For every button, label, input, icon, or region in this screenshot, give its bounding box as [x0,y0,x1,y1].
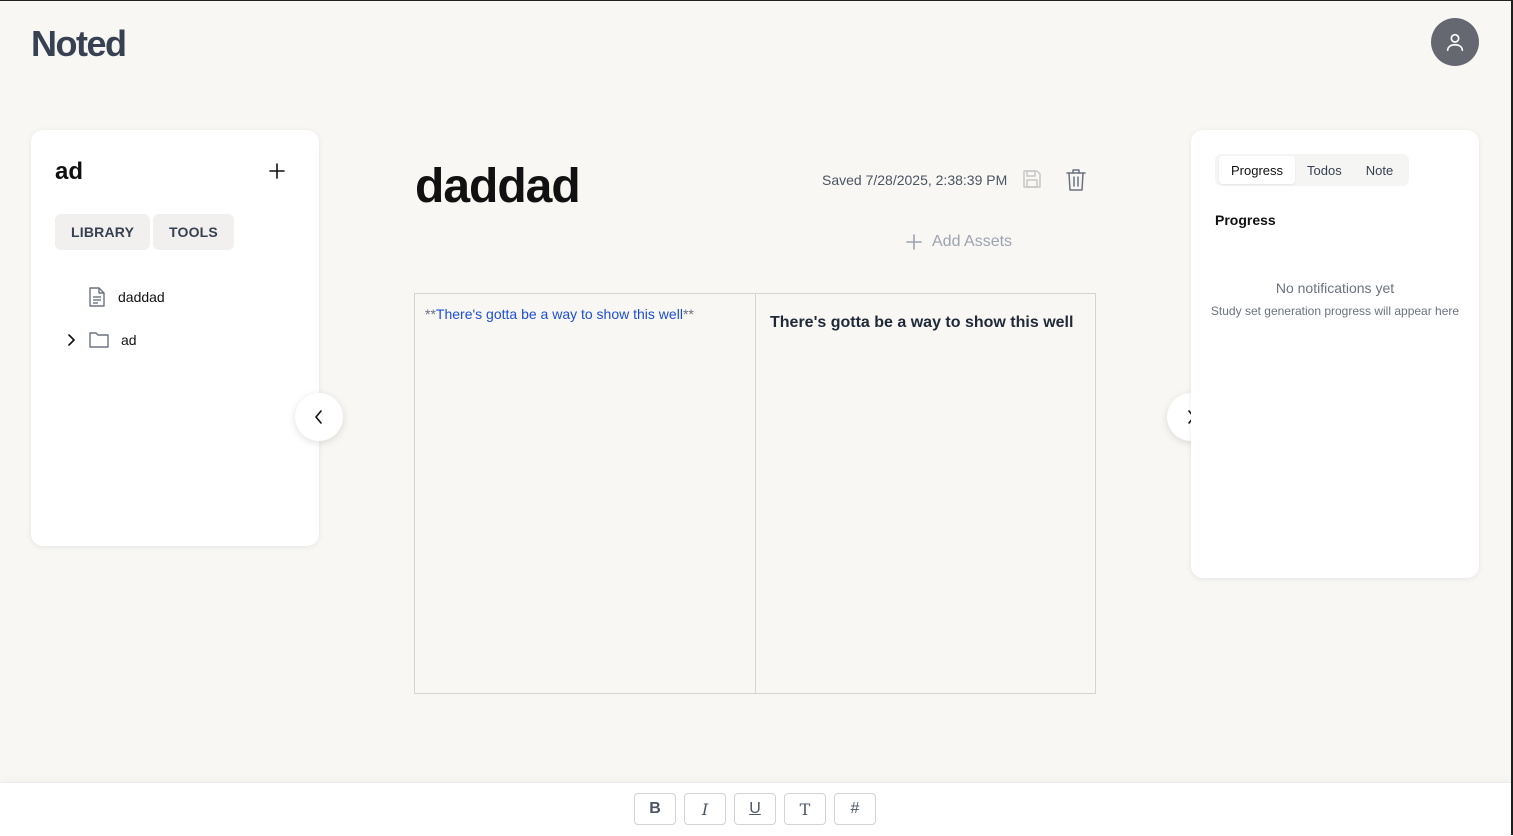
tab-progress[interactable]: Progress [1219,156,1296,184]
editor: **There's gotta be a way to show this we… [414,293,1096,694]
preview-text: There's gotta be a way to show this well [770,314,1074,331]
saved-status: Saved 7/28/2025, 2:38:39 PM [822,172,1008,188]
format-toolbar: B I U T # [0,782,1513,836]
save-button[interactable] [1022,169,1044,191]
tree-item-file[interactable]: daddad [88,287,165,307]
progress-heading: Progress [1215,212,1276,228]
bold-button[interactable]: B [634,793,676,825]
activity-panel: Progress Todos Note Progress No notifica… [1191,130,1479,578]
markdown-source-text: There's gotta be a way to show this well [435,306,683,322]
tab-note[interactable]: Note [1354,156,1405,184]
tab-todos[interactable]: Todos [1295,156,1354,184]
user-avatar-button[interactable] [1431,18,1479,66]
delete-button[interactable] [1066,169,1088,191]
tools-tab[interactable]: TOOLS [153,214,234,250]
trash-icon [1066,169,1086,191]
tree-item-folder[interactable]: ad [63,331,137,348]
library-panel: ad LIBRARY TOOLS daddad ad [31,130,319,546]
plus-icon [906,234,922,250]
document-icon [89,287,105,307]
italic-button[interactable]: I [684,793,726,825]
library-tab[interactable]: LIBRARY [55,214,151,250]
user-icon [1446,33,1464,52]
markdown-bold-marker: ** [682,306,694,322]
document-title[interactable]: daddad [415,159,581,214]
tree-item-label: ad [121,331,137,348]
plus-icon [269,163,285,179]
library-panel-title: ad [55,158,84,185]
add-assets-button[interactable]: Add Assets [906,233,1012,251]
empty-state-subtitle: Study set generation progress will appea… [1210,304,1460,318]
collapse-left-panel-button[interactable] [295,393,343,441]
chevron-left-icon [315,410,322,424]
text-style-button[interactable]: T [784,793,826,825]
markdown-preview: There's gotta be a way to show this well [756,294,1095,693]
heading-button[interactable]: # [834,793,876,825]
underline-button[interactable]: U [734,793,776,825]
add-assets-label: Add Assets [932,233,1013,250]
chevron-right-icon[interactable] [63,332,79,348]
app-logo[interactable]: Noted [31,23,127,65]
folder-icon [89,332,109,348]
markdown-bold-marker: ** [425,306,436,322]
add-item-button[interactable] [266,160,288,182]
empty-state-title: No notifications yet [1275,280,1395,296]
tree-item-label: daddad [118,289,165,305]
save-icon [1023,170,1041,188]
markdown-source-editor[interactable]: **There's gotta be a way to show this we… [415,294,756,693]
activity-tabs: Progress Todos Note [1215,154,1410,186]
